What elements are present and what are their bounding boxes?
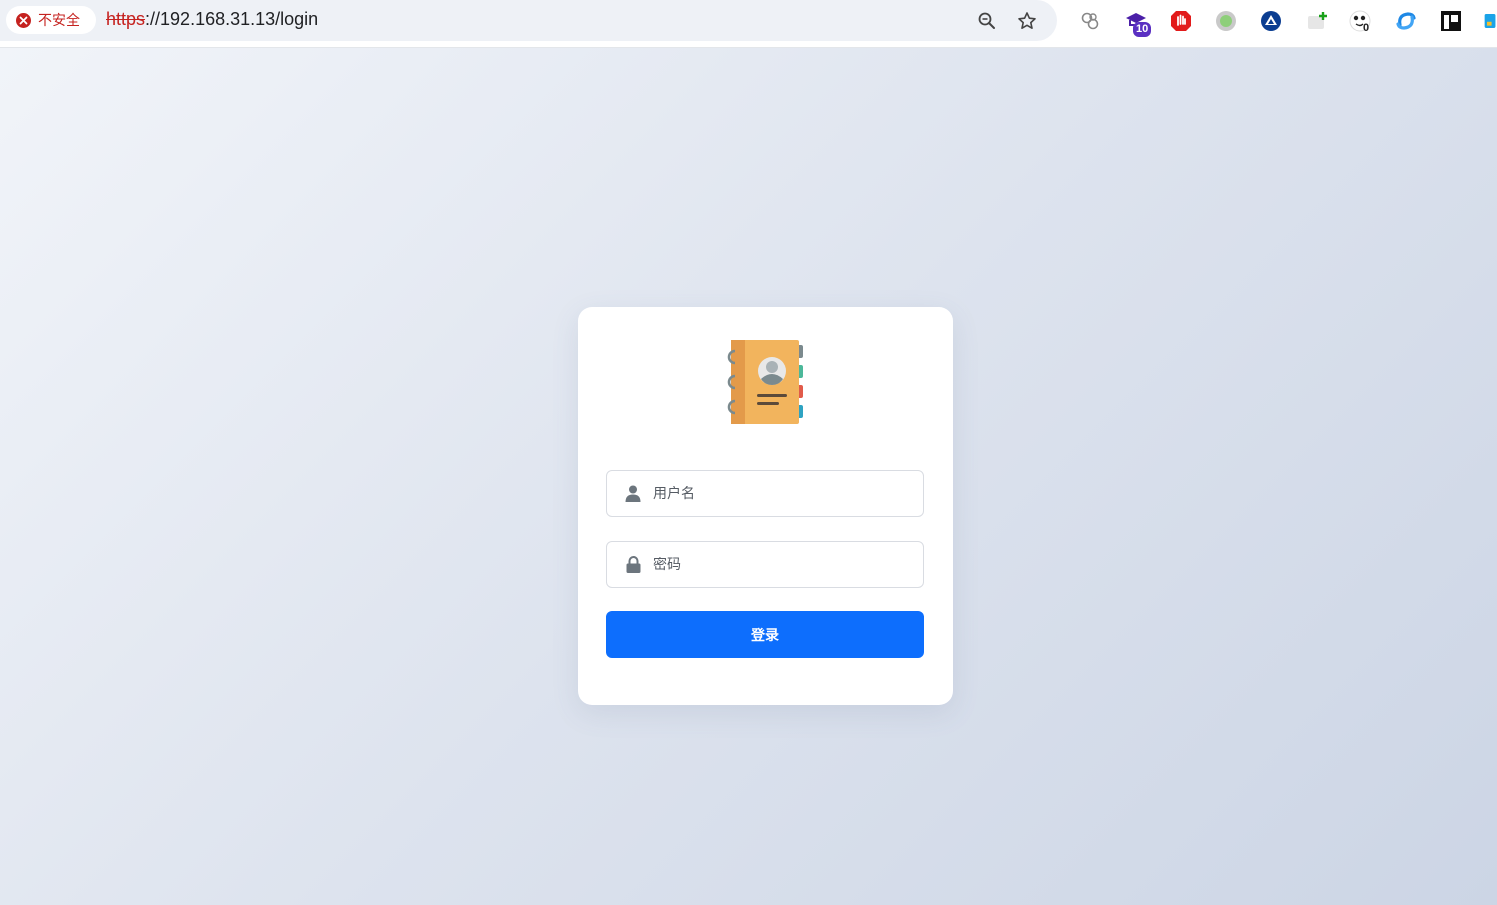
zoom-icon[interactable]: [973, 7, 1001, 35]
extension-badge-0: 0: [1363, 22, 1370, 34]
notion-extension-icon[interactable]: [1436, 6, 1466, 36]
bookmark-star-icon[interactable]: [1013, 7, 1041, 35]
add-tab-extension-icon[interactable]: [1302, 6, 1332, 36]
extension-badge-10: 10: [1133, 22, 1152, 37]
partial-extension-icon[interactable]: [1480, 6, 1497, 36]
password-field[interactable]: [606, 541, 924, 588]
address-bar[interactable]: 不安全 https://192.168.31.13/login: [0, 0, 1057, 41]
panda-extension-icon[interactable]: 0: [1345, 6, 1375, 36]
link-extension-icon[interactable]: [1075, 6, 1105, 36]
login-button[interactable]: 登录: [606, 611, 924, 658]
login-card: 登录: [578, 307, 953, 705]
lock-icon: [623, 555, 643, 575]
url-text[interactable]: https://192.168.31.13/login: [106, 9, 318, 30]
password-input[interactable]: [653, 556, 923, 573]
login-page: 登录: [0, 48, 1497, 905]
graduation-cap-extension-icon[interactable]: 10: [1122, 6, 1152, 37]
username-field[interactable]: [606, 470, 924, 517]
user-icon: [623, 484, 643, 504]
security-indicator[interactable]: 不安全: [6, 6, 96, 34]
not-secure-label: 不安全: [38, 13, 80, 29]
browser-toolbar: 不安全 https://192.168.31.13/login 10 0: [0, 0, 1497, 48]
hand-stop-extension-icon[interactable]: [1166, 6, 1196, 36]
green-dot-extension-icon[interactable]: [1211, 6, 1241, 36]
username-input[interactable]: [653, 485, 923, 502]
address-book-logo-icon: [727, 340, 803, 424]
swirl-extension-icon[interactable]: [1391, 6, 1421, 36]
url-scheme: https: [106, 9, 146, 29]
triangle-logo-extension-icon[interactable]: [1256, 6, 1286, 36]
not-secure-icon: [16, 12, 31, 28]
url-path: ://192.168.31.13/login: [145, 9, 319, 29]
